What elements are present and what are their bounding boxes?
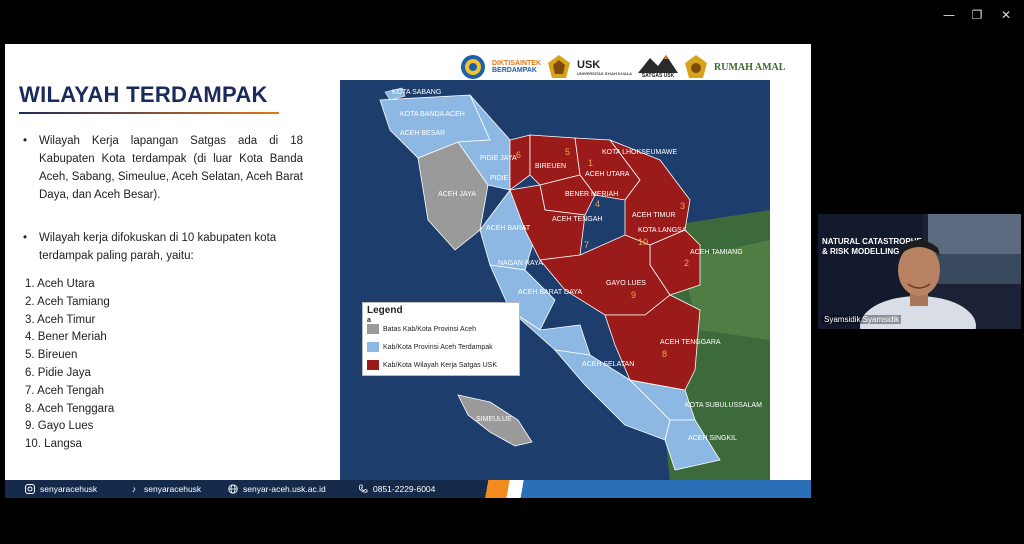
tut-wuri-logo <box>460 54 486 80</box>
rank-number-9: 9 <box>631 290 636 300</box>
title-underline <box>19 112 279 114</box>
label-aceh-jaya: ACEH JAYA <box>438 191 476 198</box>
rank-number-1: 1 <box>588 158 593 168</box>
legend-item-blue: Kab/Kota Provinsi Aceh Terdampak <box>367 341 493 353</box>
instagram-icon <box>25 484 35 494</box>
label-kota-lhokseumawe: KOTA LHOKSEUMAWE <box>602 149 677 156</box>
list-item: 6. Pidie Jaya <box>25 366 91 379</box>
legend-swatch-red <box>367 360 379 370</box>
label-gayo-lues: GAYO LUES <box>606 280 646 287</box>
label-pidie: PIDIE <box>490 175 509 182</box>
list-item: 8. Aceh Tenggara <box>25 402 115 415</box>
legend-swatch-gray <box>367 324 379 334</box>
rank-number-6: 6 <box>516 150 521 160</box>
bullet-1-text: Wilayah Kerja lapangan Satgas ada di 18 … <box>39 135 303 201</box>
rank-number-8: 8 <box>662 349 667 359</box>
footer-phone: 0851-2229-6004 <box>358 483 435 495</box>
video-banner-line2: & RISK MODELLING <box>822 247 899 256</box>
label-kota-banda-aceh: KOTA BANDA ACEH <box>400 111 465 118</box>
diktisaintek-text: DIKTISAINTEK <box>492 60 541 67</box>
diktisaintek-logo: DIKTISAINTEK BERDAMPAK <box>492 60 541 74</box>
label-aceh-tamiang: ACEH TAMIANG <box>690 249 743 256</box>
label-aceh-utara: ACEH UTARA <box>585 171 630 178</box>
list-item: 5. Bireuen <box>25 349 78 362</box>
footer-website-text: senyar-aceh.usk.ac.id <box>243 484 326 494</box>
close-button[interactable]: ✕ <box>995 6 1017 24</box>
rank-number-3: 3 <box>680 201 685 211</box>
label-bireuen: BIREUEN <box>535 163 566 170</box>
list-item: 10. Langsa <box>25 438 82 451</box>
footer-accent-stripe <box>460 480 811 498</box>
label-aceh-tengah: ACEH TENGAH <box>552 216 602 223</box>
logo-bar: DIKTISAINTEK BERDAMPAK USK UNIVERSITAS S… <box>460 52 806 82</box>
usk-emblem-logo <box>547 54 571 80</box>
presenter-name: Syamsidik Syamsidik <box>822 315 902 324</box>
rank-number-5: 5 <box>565 147 570 157</box>
globe-icon <box>228 484 238 494</box>
footer-tiktok-text: senyaracehusk <box>144 484 202 494</box>
slide-title: WILAYAH TERDAMPAK <box>19 82 268 107</box>
presenter-video-tile[interactable]: NATURAL CATASTROPHE & RISK MODELLING Sya… <box>818 214 1021 329</box>
legend-swatch-blue <box>367 342 379 352</box>
rumah-amal-logo: RUMAH AMAL <box>714 62 785 73</box>
rank-number-2: 2 <box>684 258 689 268</box>
list-item: 4. Bener Meriah <box>25 331 107 344</box>
usk-text: USK <box>577 58 601 71</box>
rumah-amal-text: RUMAH AMAL <box>714 61 786 73</box>
legend-item-gray-text: Batas Kab/Kota Provinsi Aceh <box>383 325 476 333</box>
legend-item-red: Kab/Kota Wilayah Kerja Satgas USK <box>367 359 497 371</box>
list-item: 9. Gayo Lues <box>25 420 94 433</box>
shared-slide: DIKTISAINTEK BERDAMPAK USK UNIVERSITAS S… <box>5 44 811 498</box>
footer-website: senyar-aceh.usk.ac.id <box>228 483 326 495</box>
rank-number-7: 7 <box>584 240 589 250</box>
list-item: 1. Aceh Utara <box>25 278 95 290</box>
label-nagan-raya: NAGAN RAYA <box>498 260 543 267</box>
footer-tiktok: ♪ senyaracehusk <box>129 483 201 495</box>
legend-item-gray: Batas Kab/Kota Provinsi Aceh <box>367 323 476 335</box>
footer-phone-text: 0851-2229-6004 <box>373 484 436 494</box>
label-aceh-besar: ACEH BESAR <box>400 130 445 137</box>
minimize-button[interactable]: — <box>938 6 960 24</box>
phone-icon <box>358 484 368 494</box>
satgas-text: SATGAS USK <box>641 73 675 79</box>
list-item: 3. Aceh Timur <box>25 313 96 326</box>
satgas-logo: SATGAS USK <box>638 55 679 79</box>
label-aceh-barat: ACEH BARAT <box>486 225 531 232</box>
priority-list: 1. Aceh Utara 2. Aceh Tamiang 3. Aceh Ti… <box>25 276 114 454</box>
usk-subtext: UNIVERSITAS SYIAH KUALA <box>577 70 633 76</box>
bullet-2: Wilayah kerja difokuskan di 10 kabupaten… <box>23 229 303 265</box>
label-aceh-barat-daya: ACEH BARAT DAYA <box>518 289 582 296</box>
footer-instagram-text: senyaracehusk <box>40 484 98 494</box>
rank-number-4: 4 <box>595 199 600 209</box>
legend-title: Legend <box>367 305 403 316</box>
map-legend: Legend a Batas Kab/Kota Provinsi Aceh Ka… <box>362 302 520 376</box>
berdampak-text: BERDAMPAK <box>492 67 537 74</box>
label-kota-langsa: KOTA LANGSA <box>638 227 687 234</box>
label-kota-subulussalam: KOTA SUBULUSSALAM <box>685 402 762 409</box>
label-aceh-tenggara: ACEH TENGGARA <box>660 339 721 346</box>
list-item: 7. Aceh Tengah <box>25 384 105 397</box>
label-bener-meriah: BENER MERIAH <box>565 191 618 198</box>
label-kota-sabang: KOTA SABANG <box>392 89 441 96</box>
bullet-2-text: Wilayah kerja difokuskan di 10 kabupaten… <box>39 232 277 262</box>
legend-item-red-text: Kab/Kota Wilayah Kerja Satgas USK <box>383 361 498 369</box>
label-aceh-selatan: ACEH SELATAN <box>582 361 634 368</box>
label-aceh-timur: ACEH TIMUR <box>632 212 675 219</box>
aceh-map: KOTA SABANG KOTA BANDA ACEH ACEH BESAR P… <box>340 80 770 484</box>
label-simeulue: SIMEULUE <box>476 416 512 423</box>
rumah-amal-emblem <box>684 54 708 80</box>
bullet-1: Wilayah Kerja lapangan Satgas ada di 18 … <box>23 132 303 204</box>
tiktok-icon: ♪ <box>131 484 137 494</box>
footer-instagram: senyaracehusk <box>25 483 97 495</box>
label-aceh-singkil: ACEH SINGKIL <box>688 435 737 442</box>
presenter-video-frame: NATURAL CATASTROPHE & RISK MODELLING <box>818 214 1021 329</box>
label-pidie-jaya: PIDIE JAYA <box>480 155 517 162</box>
rank-number-10: 10 <box>638 237 648 247</box>
usk-text-logo: USK UNIVERSITAS SYIAH KUALA <box>577 59 632 76</box>
legend-item-blue-text: Kab/Kota Provinsi Aceh Terdampak <box>383 343 493 351</box>
restore-button[interactable]: ❐ <box>966 6 988 24</box>
list-item: 2. Aceh Tamiang <box>25 295 110 308</box>
